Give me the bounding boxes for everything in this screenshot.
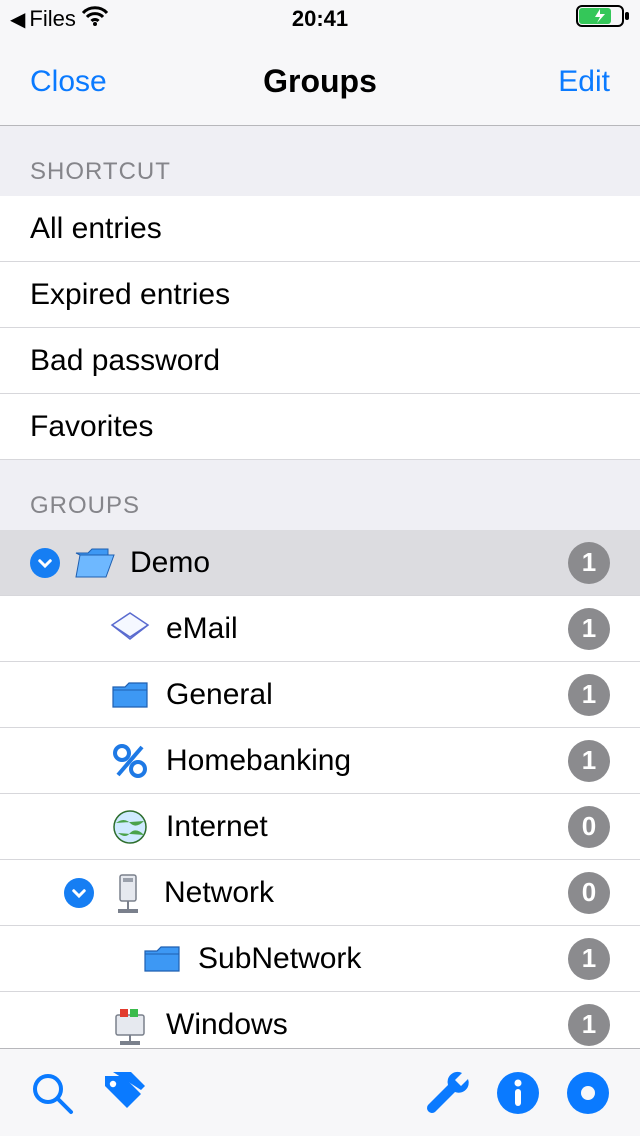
folder-icon [140, 937, 184, 981]
info-button[interactable] [492, 1067, 544, 1119]
count-badge: 1 [568, 740, 610, 782]
tag-icon [99, 1070, 145, 1116]
group-row[interactable]: SubNetwork1 [0, 926, 640, 992]
back-to-app-chevron-icon[interactable]: ◀ [10, 7, 25, 32]
count-badge: 1 [568, 674, 610, 716]
folder-open-icon [72, 541, 116, 585]
shortcut-row[interactable]: All entries [0, 196, 640, 262]
shortcut-row[interactable]: Bad password [0, 328, 640, 394]
chevron-down-icon[interactable] [30, 548, 60, 578]
tools-button[interactable] [422, 1067, 474, 1119]
back-to-app-label[interactable]: Files [29, 6, 75, 32]
server-icon [106, 871, 150, 915]
info-icon [495, 1070, 541, 1116]
count-badge: 0 [568, 872, 610, 914]
edit-button[interactable]: Edit [465, 65, 610, 99]
group-row[interactable]: Windows1 [0, 992, 640, 1048]
page-title: Groups [175, 63, 465, 100]
section-header-shortcut: SHORTCUT [0, 126, 640, 196]
group-row[interactable]: Demo1 [0, 530, 640, 596]
count-badge: 1 [568, 938, 610, 980]
shortcut-label: Favorites [30, 410, 610, 444]
group-row[interactable]: Internet0 [0, 794, 640, 860]
folder-icon [108, 673, 152, 717]
group-label: Windows [166, 1008, 568, 1042]
group-label: General [166, 678, 568, 712]
percent-icon [108, 739, 152, 783]
battery-icon [576, 4, 630, 34]
bottom-toolbar [0, 1048, 640, 1136]
mail-icon [108, 607, 152, 651]
search-icon [29, 1070, 75, 1116]
group-row[interactable]: General1 [0, 662, 640, 728]
globe-icon [108, 805, 152, 849]
close-button[interactable]: Close [30, 65, 175, 99]
tags-button[interactable] [96, 1067, 148, 1119]
count-badge: 0 [568, 806, 610, 848]
group-row[interactable]: eMail1 [0, 596, 640, 662]
chevron-down-icon[interactable] [64, 878, 94, 908]
count-badge: 1 [568, 608, 610, 650]
status-time: 20:41 [217, 6, 424, 32]
shortcut-row[interactable]: Favorites [0, 394, 640, 460]
group-label: Network [164, 876, 568, 910]
gear-icon [565, 1070, 611, 1116]
wrench-icon [425, 1070, 471, 1116]
section-header-groups: GROUPS [0, 460, 640, 530]
windows-icon [108, 1003, 152, 1047]
group-label: SubNetwork [198, 942, 568, 976]
settings-button[interactable] [562, 1067, 614, 1119]
group-label: Internet [166, 810, 568, 844]
count-badge: 1 [568, 542, 610, 584]
group-label: eMail [166, 612, 568, 646]
nav-bar: Close Groups Edit [0, 38, 640, 126]
main-list: SHORTCUT All entries Expired entries Bad… [0, 126, 640, 1048]
group-label: Homebanking [166, 744, 568, 778]
group-label: Demo [130, 546, 568, 580]
search-button[interactable] [26, 1067, 78, 1119]
group-row[interactable]: Homebanking1 [0, 728, 640, 794]
group-row[interactable]: Network0 [0, 860, 640, 926]
status-bar: ◀ Files 20:41 [0, 0, 640, 38]
shortcut-row[interactable]: Expired entries [0, 262, 640, 328]
shortcut-label: Bad password [30, 344, 610, 378]
wifi-icon [82, 6, 108, 32]
shortcut-label: Expired entries [30, 278, 610, 312]
count-badge: 1 [568, 1004, 610, 1046]
shortcut-label: All entries [30, 212, 610, 246]
